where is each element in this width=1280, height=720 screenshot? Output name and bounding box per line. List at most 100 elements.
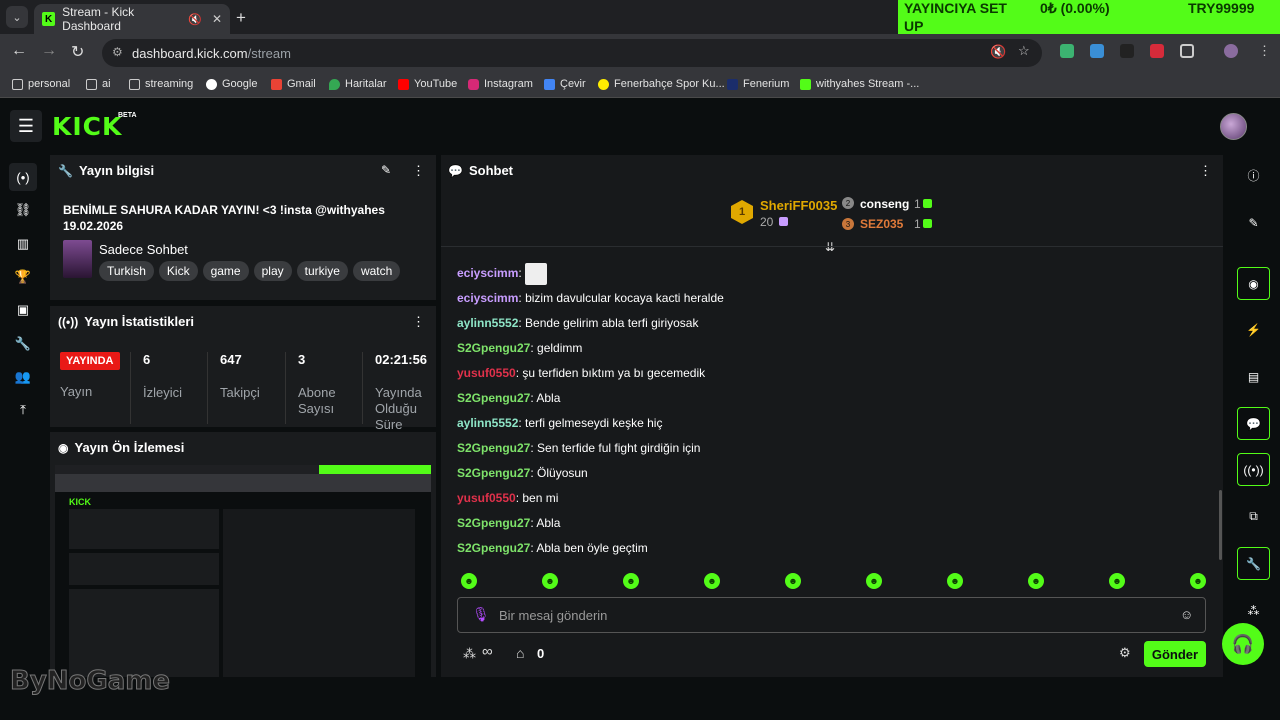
close-tab-icon[interactable]: ✕ [212, 12, 222, 26]
more-options-icon[interactable]: ⋮ [412, 163, 425, 179]
browser-menu-icon[interactable]: ⋮ [1258, 43, 1271, 59]
back-icon[interactable]: ← [11, 42, 27, 60]
leader-third-name[interactable]: SEZ035 [860, 217, 903, 231]
site-info-icon[interactable]: ⚙ [112, 45, 123, 59]
users-icon[interactable]: 👥 [9, 363, 37, 391]
bookmark-instagram[interactable]: Instagram [468, 78, 533, 90]
stream-broadcast-icon[interactable]: (•) [9, 163, 37, 191]
store-icon[interactable]: ⌂ [516, 645, 524, 661]
url-field[interactable]: ⚙ dashboard.kick.com/stream [102, 39, 1042, 67]
more-options-icon[interactable]: ⋮ [1199, 163, 1212, 179]
chat-username[interactable]: S2Gpengu27 [457, 516, 530, 530]
bookmark-star-icon[interactable]: ☆ [1018, 43, 1030, 59]
kick-logo[interactable]: KICK [52, 112, 122, 141]
tab-muted-icon[interactable]: 🔇 [188, 13, 202, 26]
notes-icon[interactable]: ▤ [1237, 360, 1270, 393]
more-options-icon[interactable]: ⋮ [412, 314, 425, 330]
emote-icon[interactable]: ☻ [866, 573, 882, 589]
chat-username[interactable]: aylinn5552 [457, 416, 518, 430]
bookmark-youtube[interactable]: YouTube [398, 78, 457, 90]
browser-tab[interactable]: K Stream - Kick Dashboard 🔇 ✕ [34, 4, 230, 34]
tab-search-button[interactable]: ⌄ [6, 6, 28, 28]
extensions-puzzle-icon[interactable] [1180, 44, 1194, 58]
chat-username[interactable]: aylinn5552 [457, 316, 518, 330]
chat-username[interactable]: S2Gpengu27 [457, 466, 530, 480]
channel-points-icon[interactable]: ⁂ [463, 646, 476, 662]
bookmark-fenerbahce[interactable]: Fenerbahçe Spor Ku... [598, 78, 725, 90]
send-button[interactable]: Gönder [1144, 641, 1206, 667]
collapse-leaderboard-icon[interactable]: ⇊ [825, 240, 835, 254]
profile-avatar-icon[interactable] [1224, 44, 1238, 58]
bookmark-cevir[interactable]: Çevir [544, 78, 586, 90]
shield-extension-icon[interactable] [1060, 44, 1074, 58]
chat-username[interactable]: eciyscimm [457, 291, 518, 305]
stats-toggle-icon[interactable]: ((•)) [1237, 453, 1270, 486]
preview-video[interactable]: KICK [55, 465, 431, 677]
emote-icon[interactable]: ☻ [1028, 573, 1044, 589]
bookmark-gmail[interactable]: Gmail [271, 78, 316, 90]
translate-extension-icon[interactable] [1090, 44, 1104, 58]
video-icon[interactable]: ▣ [9, 296, 37, 324]
chat-username[interactable]: S2Gpengu27 [457, 441, 530, 455]
emote-icon[interactable]: ☻ [1109, 573, 1125, 589]
info-icon[interactable]: ⓘ [1237, 159, 1270, 192]
chat-username[interactable]: yusuf0550 [457, 366, 516, 380]
chat-username[interactable]: S2Gpengu27 [457, 541, 530, 555]
user-avatar[interactable] [1220, 113, 1247, 140]
leader-first-name[interactable]: SheriFF0035 [760, 198, 837, 213]
chat-username[interactable]: S2Gpengu27 [457, 341, 530, 355]
bookmark-personal[interactable]: personal [12, 78, 70, 90]
dark-extension-icon[interactable] [1120, 44, 1134, 58]
preview-ticker [319, 465, 431, 474]
tag-chip[interactable]: play [253, 261, 292, 281]
chat-input[interactable]: 🎙 Bir mesaj gönderin ☺ [457, 597, 1206, 633]
emote-icon[interactable]: ☻ [461, 573, 477, 589]
microphone-icon[interactable]: 🎙 [472, 606, 490, 623]
leader-second-name[interactable]: conseng [860, 197, 909, 211]
reload-icon[interactable]: ↻ [71, 42, 84, 62]
menu-hamburger-icon[interactable]: ☰ [10, 110, 42, 142]
emote-icon[interactable]: ☻ [785, 573, 801, 589]
edit-pencil-icon[interactable]: ✎ [381, 163, 391, 177]
forward-icon[interactable]: → [41, 42, 57, 60]
video-camera-icon[interactable]: ⧉ [1237, 500, 1270, 533]
emote-icon[interactable]: ☻ [623, 573, 639, 589]
link-icon[interactable]: ⛓ [9, 196, 37, 224]
chat-scrollbar[interactable] [1219, 490, 1222, 560]
help-headset-icon[interactable]: 🎧 [1222, 623, 1264, 665]
chat-settings-gear-icon[interactable]: ⚙ [1119, 645, 1131, 661]
chat-username[interactable]: eciyscimm [457, 266, 518, 280]
bookmark-withyahes[interactable]: withyahes Stream -... [800, 78, 919, 90]
wrench-icon[interactable]: 🔧 [9, 330, 37, 358]
bookmark-google[interactable]: Google [206, 78, 257, 90]
tag-chip[interactable]: watch [352, 261, 401, 281]
lightning-icon[interactable]: ⚡ [1237, 313, 1270, 346]
bookmark-fenerium[interactable]: Fenerium [727, 78, 789, 90]
preview-toggle-icon[interactable]: ◉ [1237, 267, 1270, 300]
tag-chip[interactable]: Turkish [99, 261, 154, 281]
chat-username[interactable]: S2Gpengu27 [457, 391, 530, 405]
emote-icon[interactable]: ☻ [542, 573, 558, 589]
tag-chip[interactable]: Kick [158, 261, 198, 281]
bookmark-streaming[interactable]: streaming [129, 78, 193, 90]
chat-toggle-icon[interactable]: 💬 [1237, 407, 1270, 440]
tab-muted-icon[interactable]: 🔇 [990, 44, 1006, 60]
new-tab-button[interactable]: + [236, 8, 246, 28]
chat-username[interactable]: yusuf0550 [457, 491, 516, 505]
emoji-picker-icon[interactable]: ☺ [1180, 607, 1193, 622]
emote-icon[interactable]: ☻ [1190, 573, 1206, 589]
emote-icon[interactable]: ☻ [947, 573, 963, 589]
red-extension-icon[interactable] [1150, 44, 1164, 58]
youtube-icon [398, 78, 409, 90]
emote-icon[interactable]: ☻ [704, 573, 720, 589]
chat-text: bizim davulcular kocaya kacti heralde [525, 291, 724, 305]
bookmark-haritalar[interactable]: Haritalar [329, 78, 387, 90]
bookmark-ai[interactable]: ai [86, 78, 111, 90]
analytics-icon[interactable]: ▥ [9, 230, 37, 258]
wrench-toggle-icon[interactable]: 🔧 [1237, 547, 1270, 580]
tag-chip[interactable]: game [202, 261, 249, 281]
edit-pencil-icon[interactable]: ✎ [1237, 206, 1270, 239]
trophy-icon[interactable]: 🏆 [9, 263, 37, 291]
upload-icon[interactable]: ⤒ [9, 396, 37, 424]
tag-chip[interactable]: turkiye [296, 261, 348, 281]
